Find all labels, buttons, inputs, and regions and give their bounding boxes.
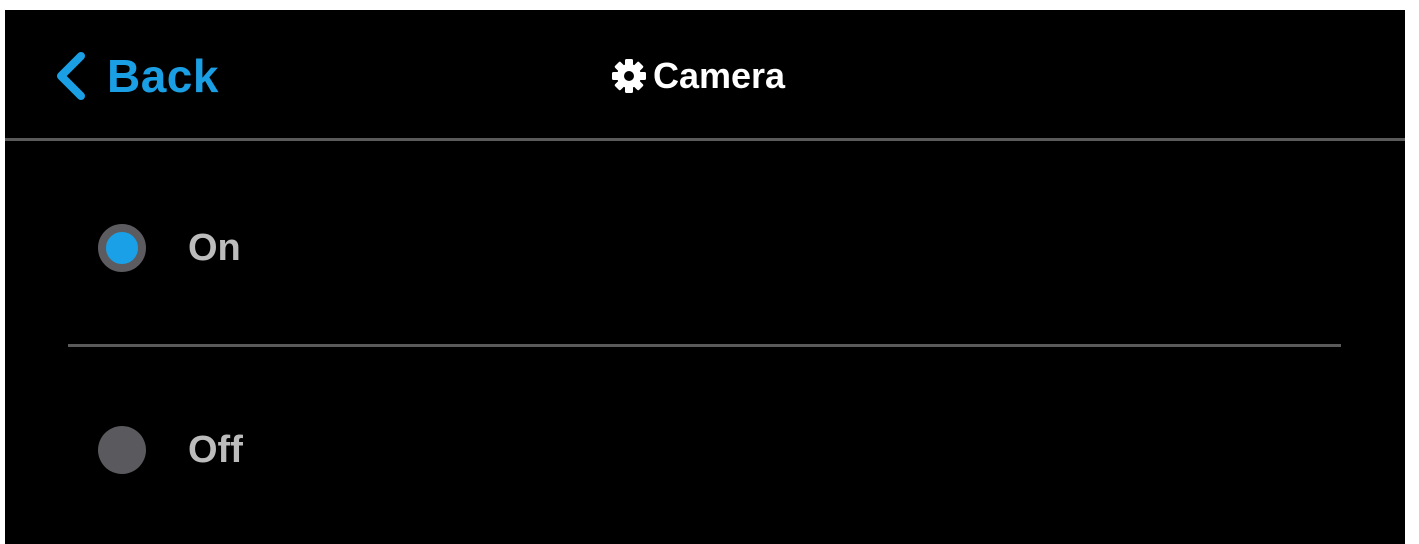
option-on-label: On (188, 227, 241, 269)
option-on[interactable]: On (5, 196, 1405, 296)
back-button[interactable]: Back (53, 48, 219, 104)
divider (68, 344, 1341, 347)
option-off-label: Off (188, 429, 243, 471)
camera-settings-screen: Back Camera On Off (5, 10, 1405, 544)
radio-off-unselected[interactable] (98, 426, 146, 474)
page-title: Camera (611, 54, 785, 98)
page-title-text: Camera (653, 55, 786, 96)
gear-icon (612, 59, 646, 93)
option-off[interactable]: Off (5, 398, 1405, 498)
radio-on-selected[interactable] (98, 224, 146, 272)
back-label: Back (107, 50, 219, 102)
chevron-left-icon (57, 52, 85, 100)
header-bar: Back Camera (5, 10, 1405, 141)
